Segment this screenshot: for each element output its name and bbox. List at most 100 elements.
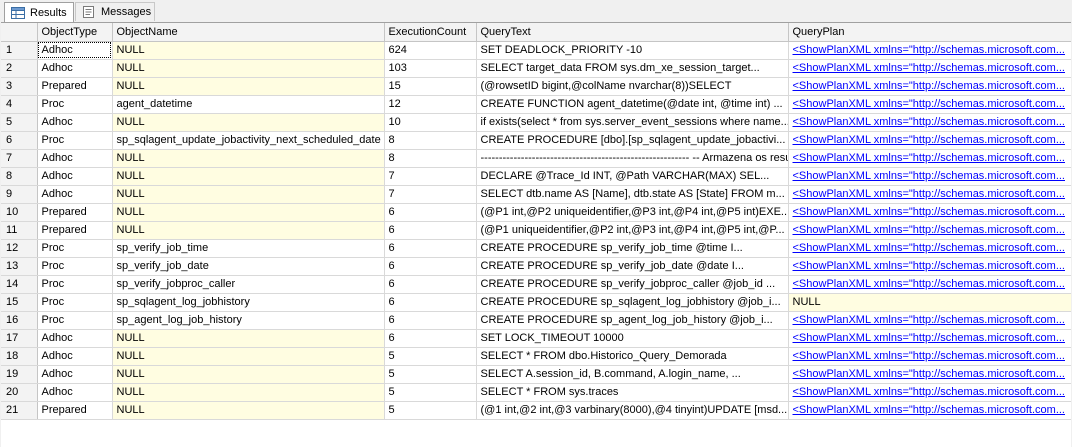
row-number-cell[interactable]: 13 [1, 257, 38, 276]
queryplan-cell[interactable]: <ShowPlanXML xmlns="http://schemas.micro… [788, 239, 1071, 258]
table-row[interactable]: 14 Proc sp_verify_jobproc_caller 6 CREATE PR… [1, 275, 1071, 294]
table-row[interactable]: 9 Adhoc NULL 7 SELECT dtb.name AS [Name], dt… [1, 185, 1071, 204]
objectname-cell[interactable]: NULL [112, 59, 385, 78]
objecttype-cell[interactable]: Adhoc [37, 365, 113, 384]
queryplan-link[interactable]: <ShowPlanXML xmlns="http://schemas.micro… [793, 134, 1066, 146]
objectname-cell[interactable]: sp_verify_job_date [112, 257, 385, 276]
row-number-cell[interactable]: 21 [1, 401, 38, 420]
column-header-executioncount[interactable]: ExecutionCount [384, 23, 477, 42]
queryplan-link[interactable]: <ShowPlanXML xmlns="http://schemas.micro… [793, 206, 1066, 218]
executioncount-cell[interactable]: 15 [384, 77, 477, 96]
objectname-cell[interactable]: NULL [112, 113, 385, 132]
objecttype-cell[interactable]: Prepared [37, 77, 113, 96]
executioncount-cell[interactable]: 5 [384, 347, 477, 366]
objectname-cell[interactable]: NULL [112, 203, 385, 222]
table-row[interactable]: 15 Proc sp_sqlagent_log_jobhistory 6 CREATE … [1, 293, 1071, 312]
objectname-cell[interactable]: NULL [112, 167, 385, 186]
table-row[interactable]: 17 Adhoc NULL 6 SET LOCK_TIMEOUT 10000 <ShowP… [1, 329, 1071, 348]
executioncount-cell[interactable]: 5 [384, 383, 477, 402]
objecttype-cell[interactable]: Adhoc [37, 167, 113, 186]
objecttype-cell[interactable]: Proc [37, 131, 113, 150]
querytext-cell[interactable]: CREATE PROCEDURE sp_agent_log_job_histor… [476, 311, 789, 330]
queryplan-link[interactable]: <ShowPlanXML xmlns="http://schemas.micro… [793, 98, 1066, 110]
table-row[interactable]: 19 Adhoc NULL 5 SELECT A.session_id, B.comma… [1, 365, 1071, 384]
column-header-querytext[interactable]: QueryText [476, 23, 789, 42]
queryplan-link[interactable]: <ShowPlanXML xmlns="http://schemas.micro… [793, 224, 1066, 236]
tab-results[interactable]: Results [4, 2, 74, 22]
queryplan-link[interactable]: <ShowPlanXML xmlns="http://schemas.micro… [793, 404, 1066, 416]
queryplan-cell[interactable]: <ShowPlanXML xmlns="http://schemas.micro… [788, 77, 1071, 96]
queryplan-cell[interactable]: <ShowPlanXML xmlns="http://schemas.micro… [788, 185, 1071, 204]
objecttype-cell[interactable]: Adhoc [37, 113, 113, 132]
row-number-header[interactable] [1, 23, 38, 42]
objecttype-cell[interactable]: Adhoc [37, 185, 113, 204]
queryplan-cell[interactable]: <ShowPlanXML xmlns="http://schemas.micro… [788, 95, 1071, 114]
objecttype-cell[interactable]: Proc [37, 257, 113, 276]
table-row[interactable]: 13 Proc sp_verify_job_date 6 CREATE PROCEDUR… [1, 257, 1071, 276]
table-row[interactable]: 5 Adhoc NULL 10 if exists(select * from sys.… [1, 113, 1071, 132]
objectname-cell[interactable]: NULL [112, 383, 385, 402]
row-number-cell[interactable]: 4 [1, 95, 38, 114]
row-number-cell[interactable]: 11 [1, 221, 38, 240]
querytext-cell[interactable]: if exists(select * from sys.server_event… [476, 113, 789, 132]
objecttype-cell[interactable]: Prepared [37, 221, 113, 240]
querytext-cell[interactable]: CREATE PROCEDURE [dbo].[sp_sqlagent_upda… [476, 131, 789, 150]
queryplan-cell[interactable]: <ShowPlanXML xmlns="http://schemas.micro… [788, 347, 1071, 366]
table-row[interactable]: 3 Prepared NULL 15 (@rowsetID bigint,@colNam… [1, 77, 1071, 96]
queryplan-link[interactable]: <ShowPlanXML xmlns="http://schemas.micro… [793, 350, 1066, 362]
querytext-cell[interactable]: (@1 int,@2 int,@3 varbinary(8000),@4 tin… [476, 401, 789, 420]
objecttype-cell[interactable]: Proc [37, 95, 113, 114]
table-row[interactable]: 10 Prepared NULL 6 (@P1 int,@P2 uniqueidenti… [1, 203, 1071, 222]
executioncount-cell[interactable]: 8 [384, 131, 477, 150]
row-number-cell[interactable]: 3 [1, 77, 38, 96]
queryplan-cell[interactable]: <ShowPlanXML xmlns="http://schemas.micro… [788, 149, 1071, 168]
queryplan-cell[interactable]: <ShowPlanXML xmlns="http://schemas.micro… [788, 275, 1071, 294]
querytext-cell[interactable]: SET LOCK_TIMEOUT 10000 [476, 329, 789, 348]
table-row[interactable]: 4 Proc agent_datetime 12 CREATE FUNCTION ag… [1, 95, 1071, 114]
table-row[interactable]: 12 Proc sp_verify_job_time 6 CREATE PROCEDU… [1, 239, 1071, 258]
querytext-cell[interactable]: CREATE PROCEDURE sp_verify_jobproc_calle… [476, 275, 789, 294]
objectname-cell[interactable]: NULL [112, 41, 385, 60]
objecttype-cell[interactable]: Adhoc [37, 59, 113, 78]
table-row[interactable]: 8 Adhoc NULL 7 DECLARE @Trace_Id INT, @Path … [1, 167, 1071, 186]
queryplan-link[interactable]: <ShowPlanXML xmlns="http://schemas.micro… [793, 314, 1066, 326]
objectname-cell[interactable]: sp_agent_log_job_history [112, 311, 385, 330]
querytext-cell[interactable]: SELECT * FROM dbo.Historico_Query_Demora… [476, 347, 789, 366]
queryplan-link[interactable]: <ShowPlanXML xmlns="http://schemas.micro… [793, 62, 1066, 74]
queryplan-cell[interactable]: <ShowPlanXML xmlns="http://schemas.micro… [788, 257, 1071, 276]
queryplan-link[interactable]: <ShowPlanXML xmlns="http://schemas.micro… [793, 332, 1066, 344]
row-number-cell[interactable]: 9 [1, 185, 38, 204]
querytext-cell[interactable]: SELECT dtb.name AS [Name], dtb.state AS … [476, 185, 789, 204]
queryplan-link[interactable]: <ShowPlanXML xmlns="http://schemas.micro… [793, 80, 1066, 92]
executioncount-cell[interactable]: 6 [384, 275, 477, 294]
row-number-cell[interactable]: 19 [1, 365, 38, 384]
row-number-cell[interactable]: 7 [1, 149, 38, 168]
objectname-cell[interactable]: NULL [112, 77, 385, 96]
row-number-cell[interactable]: 5 [1, 113, 38, 132]
row-number-cell[interactable]: 17 [1, 329, 38, 348]
queryplan-link[interactable]: <ShowPlanXML xmlns="http://schemas.micro… [793, 386, 1066, 398]
objectname-cell[interactable]: NULL [112, 365, 385, 384]
queryplan-cell[interactable]: <ShowPlanXML xmlns="http://schemas.micro… [788, 59, 1071, 78]
querytext-cell[interactable]: ----------------------------------------… [476, 149, 789, 168]
objecttype-cell[interactable]: Adhoc [37, 41, 113, 60]
objecttype-cell[interactable]: Proc [37, 239, 113, 258]
table-row[interactable]: 18 Adhoc NULL 5 SELECT * FROM dbo.Historico_… [1, 347, 1071, 366]
executioncount-cell[interactable]: 7 [384, 167, 477, 186]
table-row[interactable]: 16 Proc sp_agent_log_job_history 6 CREATE PR… [1, 311, 1071, 330]
column-header-objectname[interactable]: ObjectName [112, 23, 385, 42]
queryplan-cell[interactable]: <ShowPlanXML xmlns="http://schemas.micro… [788, 167, 1071, 186]
executioncount-cell[interactable]: 6 [384, 239, 477, 258]
table-row[interactable]: 6 Proc sp_sqlagent_update_jobactivity_next… [1, 131, 1071, 150]
querytext-cell[interactable]: (@P1 int,@P2 uniqueidentifier,@P3 int,@P… [476, 203, 789, 222]
querytext-cell[interactable]: CREATE PROCEDURE sp_verify_job_date @dat… [476, 257, 789, 276]
objecttype-cell[interactable]: Adhoc [37, 383, 113, 402]
row-number-cell[interactable]: 18 [1, 347, 38, 366]
queryplan-cell[interactable]: <ShowPlanXML xmlns="http://schemas.micro… [788, 365, 1071, 384]
querytext-cell[interactable]: DECLARE @Trace_Id INT, @Path VARCHAR(MAX… [476, 167, 789, 186]
objectname-cell[interactable]: NULL [112, 329, 385, 348]
queryplan-link[interactable]: <ShowPlanXML xmlns="http://schemas.micro… [793, 242, 1066, 254]
queryplan-link[interactable]: <ShowPlanXML xmlns="http://schemas.micro… [793, 44, 1066, 56]
table-row[interactable]: 7 Adhoc NULL 8 ----------------------------… [1, 149, 1071, 168]
objecttype-cell[interactable]: Proc [37, 311, 113, 330]
